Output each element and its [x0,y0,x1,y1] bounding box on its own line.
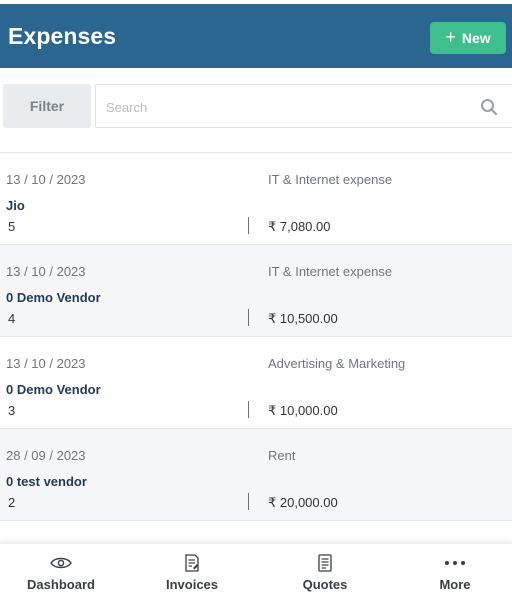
plus-icon: + [445,27,456,47]
search-icon[interactable] [480,98,498,116]
expense-row[interactable]: 13 / 10 / 2023 Advertising & Marketing 0… [0,337,512,429]
expense-number: 2 [8,495,16,510]
nav-more[interactable]: More [400,544,510,601]
search-field[interactable] [95,84,512,128]
expense-category: IT & Internet expense [268,172,393,187]
nav-label: More [439,577,471,592]
page-title: Expenses [8,23,117,49]
filter-button[interactable]: Filter [3,84,91,128]
nav-invoices[interactable]: Invoices [137,544,247,601]
expense-vendor: 0 test vendor [6,474,87,489]
expense-list: 13 / 10 / 2023 IT & Internet expense Jio… [0,153,512,521]
eye-icon [50,554,72,572]
expense-category: Advertising & Marketing [268,356,406,371]
expense-category: IT & Internet expense [268,264,393,279]
expense-number: 4 [8,311,16,326]
nav-label: Invoices [165,577,219,592]
expense-date: 13 / 10 / 2023 [6,172,86,187]
expense-row[interactable]: 13 / 10 / 2023 IT & Internet expense 0 D… [0,245,512,337]
bottom-navigation: Dashboard Invoices Quotes More [0,543,512,600]
expense-amount: ₹ 10,000.00 [268,403,338,418]
expense-date: 13 / 10 / 2023 [6,356,86,371]
expense-vendor: 0 Demo Vendor [6,290,101,305]
expense-date: 13 / 10 / 2023 [6,264,86,279]
expense-vendor: 0 Demo Vendor [6,382,101,397]
expense-row[interactable]: 13 / 10 / 2023 IT & Internet expense Jio… [0,153,512,245]
expense-vendor: Jio [6,198,25,213]
filter-bar: Filter [0,84,512,130]
row-divider [248,493,249,510]
row-divider [248,309,249,326]
new-button-label: New [461,30,491,46]
nav-label: Quotes [302,577,348,592]
expense-category: Rent [268,448,296,463]
expense-amount: ₹ 10,500.00 [268,311,338,326]
expense-row[interactable]: 28 / 09 / 2023 Rent 0 test vendor 2 ₹ 20… [0,429,512,521]
document-icon [317,554,333,572]
expense-amount: ₹ 20,000.00 [268,495,338,510]
more-dots-icon [444,554,466,572]
search-input[interactable] [106,96,466,118]
invoice-icon [184,554,200,572]
nav-quotes[interactable]: Quotes [270,544,380,601]
new-expense-button[interactable]: + New [430,22,506,54]
nav-dashboard[interactable]: Dashboard [6,544,116,601]
row-divider [248,217,249,234]
nav-label: Dashboard [27,577,95,592]
expense-number: 5 [8,219,16,234]
row-divider [248,401,249,418]
expense-date: 28 / 09 / 2023 [6,448,86,463]
expense-number: 3 [8,403,16,418]
app-header: Expenses + New [0,4,512,68]
expense-amount: ₹ 7,080.00 [268,219,331,234]
